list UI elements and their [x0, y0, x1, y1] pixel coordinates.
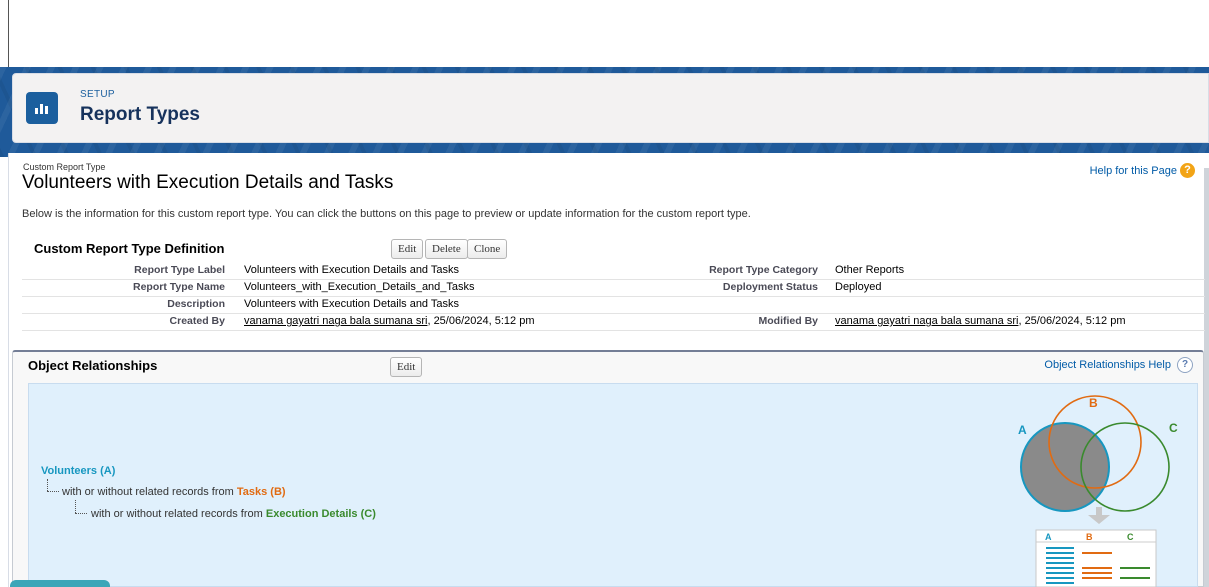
edit-button[interactable]: Edit: [391, 239, 424, 259]
table-header-c: C: [1127, 532, 1134, 542]
table-header-b: B: [1086, 532, 1093, 542]
primary-object: Volunteers (A): [41, 465, 116, 477]
page-title: Report Types: [80, 104, 201, 125]
tree-connector: [75, 500, 76, 513]
delete-button[interactable]: Delete: [425, 239, 468, 259]
relationships-edit-button[interactable]: Edit: [390, 357, 423, 377]
related-object-b: with or without related records from Tas…: [62, 486, 286, 498]
tree-connector: [47, 491, 59, 492]
related-object-c: with or without related records from Exe…: [91, 508, 376, 520]
report-type-label-label: Report Type Label: [134, 264, 225, 276]
help-icon[interactable]: ?: [1180, 163, 1195, 178]
tree-connector: [47, 479, 48, 491]
created-by-time: , 25/06/2024, 5:12 pm: [427, 315, 535, 327]
deployment-status-label: Deployment Status: [722, 281, 818, 293]
top-blank-area: [0, 0, 1209, 67]
object-c-name: Execution Details (C): [265, 508, 376, 520]
with-text: with or without related records from: [62, 486, 237, 498]
object-relationships-help-link[interactable]: Object Relationships Help: [1044, 359, 1171, 371]
venn-diagram: A B C A B C: [1018, 395, 1178, 587]
report-type-category-label: Report Type Category: [709, 264, 818, 276]
deployment-status-value: Deployed: [835, 281, 882, 293]
report-type-category-value: Other Reports: [835, 264, 905, 276]
venn-label-c: C: [1169, 421, 1178, 435]
cursor-line: [8, 0, 9, 67]
table-header-a: A: [1045, 532, 1052, 542]
down-arrow-icon: [1088, 507, 1110, 524]
modified-by-label: Modified By: [758, 315, 819, 327]
report-type-title: Volunteers with Execution Details and Ta…: [22, 172, 394, 193]
modified-by-value: vanama gayatri naga bala sumana sri, 25/…: [835, 315, 1125, 327]
definition-row: Report Type Label Volunteers with Execut…: [22, 264, 1205, 280]
intro-text: Below is the information for this custom…: [22, 208, 751, 220]
report-type-label-value: Volunteers with Execution Details and Ta…: [244, 264, 460, 276]
description-label: Description: [167, 298, 225, 310]
definition-row: Created By vanama gayatri naga bala suma…: [22, 315, 1205, 331]
description-value: Volunteers with Execution Details and Ta…: [244, 298, 460, 310]
clone-button[interactable]: Clone: [467, 239, 508, 259]
venn-label-b: B: [1089, 396, 1098, 410]
object-b-name: Tasks (B): [236, 486, 286, 498]
created-by-label: Created By: [169, 315, 225, 327]
with-text: with or without related records from: [91, 508, 266, 520]
definition-section-title: Custom Report Type Definition: [34, 241, 225, 256]
created-by-user-link[interactable]: vanama gayatri naga bala sumana sri: [244, 315, 427, 327]
created-by-value: vanama gayatri naga bala sumana sri, 25/…: [244, 315, 534, 327]
report-kind-label: Custom Report Type: [23, 162, 106, 172]
report-type-name-value: Volunteers_with_Execution_Details_and_Ta…: [244, 281, 475, 293]
setup-label: SETUP: [80, 89, 115, 100]
definition-row: Report Type Name Volunteers_with_Executi…: [22, 281, 1205, 297]
tree-connector: [75, 513, 87, 514]
modified-by-user-link[interactable]: vanama gayatri naga bala sumana sri: [835, 315, 1018, 327]
object-relationships-title: Object Relationships: [28, 358, 158, 373]
bar-chart-icon: [26, 92, 58, 124]
help-for-page-link[interactable]: Help for this Page: [1090, 165, 1177, 177]
venn-circle-a: [1020, 422, 1110, 512]
venn-label-a: A: [1018, 423, 1027, 437]
modified-by-time: , 25/06/2024, 5:12 pm: [1018, 315, 1126, 327]
question-mark-icon[interactable]: ?: [1177, 357, 1193, 373]
report-type-name-label: Report Type Name: [133, 281, 225, 293]
definition-row: Description Volunteers with Execution De…: [22, 298, 1205, 314]
bottom-utility-tab[interactable]: [10, 580, 110, 587]
scrollbar[interactable]: [1204, 168, 1209, 587]
page: SETUP Report Types Custom Report Type Vo…: [0, 0, 1209, 587]
